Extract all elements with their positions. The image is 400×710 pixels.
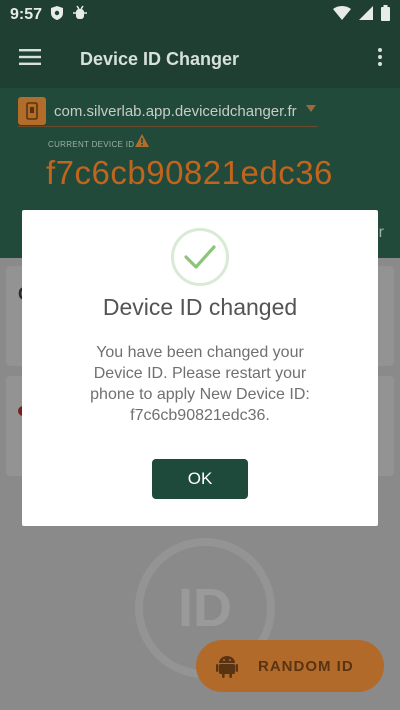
dialog-message: You have been changed your Device ID. Pl… xyxy=(90,344,310,424)
shield-status-icon xyxy=(50,5,64,26)
dropdown-arrow-icon xyxy=(306,105,316,112)
signal-icon xyxy=(359,5,373,25)
header-partial-text: r xyxy=(378,224,384,241)
random-id-label: RANDOM ID xyxy=(258,657,354,675)
warning-icon[interactable] xyxy=(135,134,149,152)
package-selector[interactable]: com.silverlab.app.deviceidchanger.fr xyxy=(18,96,318,127)
wifi-icon xyxy=(333,5,351,25)
status-time: 9:57 xyxy=(10,6,43,23)
status-bar: 9:57 xyxy=(0,0,400,30)
watermark-text: ID xyxy=(178,578,232,638)
battery-icon xyxy=(381,4,390,26)
android-icon xyxy=(216,654,238,678)
dialog-title: Device ID changed xyxy=(102,294,298,320)
phone-icon xyxy=(18,97,46,125)
app-title: Device ID Changer xyxy=(80,48,240,69)
device-id-changed-dialog: Device ID changed You have been changed … xyxy=(22,210,378,526)
overflow-menu-button[interactable] xyxy=(360,30,400,88)
more-vert-icon xyxy=(378,47,382,71)
current-device-id-label: CURRENT DEVICE ID xyxy=(48,140,135,149)
package-name: com.silverlab.app.deviceidchanger.fr xyxy=(54,102,297,120)
bug-status-icon xyxy=(72,5,88,26)
check-icon xyxy=(171,228,229,286)
menu-button[interactable] xyxy=(0,30,60,88)
ok-button[interactable]: OK xyxy=(152,459,248,499)
app-bar: Device ID Changer xyxy=(0,30,400,88)
hamburger-icon xyxy=(19,48,41,70)
current-device-id: f7c6cb90821edc36 xyxy=(46,154,333,191)
random-id-button[interactable]: RANDOM ID xyxy=(196,640,384,692)
